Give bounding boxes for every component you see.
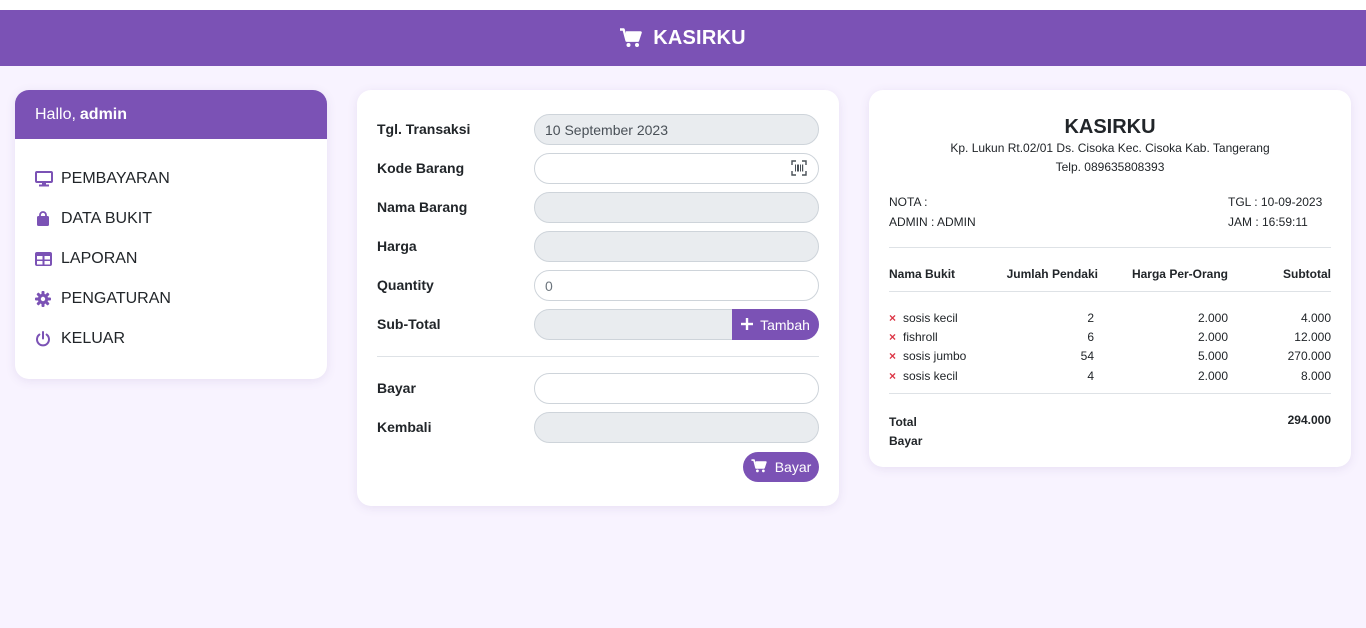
item-subtotal: 12.000 <box>1294 330 1331 344</box>
gear-icon <box>35 291 57 307</box>
quantity-input[interactable]: 0 <box>534 270 819 301</box>
table-row: × sosis kecil 4 2.000 8.000 <box>889 367 1331 386</box>
tambah-label: Tambah <box>760 316 810 333</box>
nama-label: Nama Barang <box>377 199 468 215</box>
remove-item-button[interactable]: × <box>889 330 896 344</box>
bayar-button-label: Bayar <box>774 459 812 475</box>
receipt-card: KASIRKU Kp. Lukun Rt.02/01 Ds. Cisoka Ke… <box>869 90 1351 467</box>
sidebar: Hallo, admin PEMBAYARAN DATA BUKIT LAPOR… <box>15 90 327 379</box>
row-nama: Nama Barang <box>377 192 819 223</box>
item-subtotal: 4.000 <box>1300 311 1331 325</box>
item-subtotal: 270.000 <box>1287 349 1331 363</box>
table-icon <box>35 252 57 266</box>
row-quantity: Quantity 0 <box>377 270 819 301</box>
item-price: 2.000 <box>1197 330 1228 344</box>
row-kembali: Kembali <box>377 412 819 443</box>
bayar-input[interactable] <box>534 373 819 404</box>
username: admin <box>79 105 128 123</box>
remove-item-button[interactable]: × <box>889 311 896 325</box>
sidebar-item-label: PENGATURAN <box>61 290 171 307</box>
nama-barang-field <box>534 192 819 223</box>
receipt-title: KASIRKU <box>1064 116 1156 138</box>
app-title[interactable]: KASIRKU <box>653 27 746 50</box>
form-divider <box>377 356 819 357</box>
sidebar-item-data-bukit[interactable]: DATA BUKIT <box>15 199 327 239</box>
item-price: 5.000 <box>1197 349 1228 363</box>
navbar: KASIRKU <box>0 10 1366 66</box>
row-kode: Kode Barang <box>377 153 819 184</box>
total-bayar-value: 294.000 <box>1287 413 1331 427</box>
bayar-button[interactable]: Bayar <box>743 452 819 482</box>
receipt-divider <box>889 393 1331 394</box>
tambah-button[interactable]: Tambah <box>732 309 819 340</box>
item-name: fishroll <box>903 330 938 344</box>
sidebar-item-laporan[interactable]: LAPORAN <box>15 239 327 279</box>
remove-item-button[interactable]: × <box>889 369 896 383</box>
receipt-divider <box>889 247 1331 248</box>
kode-label: Kode Barang <box>377 160 465 176</box>
row-bayar: Bayar <box>377 373 819 404</box>
sidebar-item-pengaturan[interactable]: PENGATURAN <box>15 279 327 319</box>
shopping-bag-icon <box>35 211 57 227</box>
harga-field <box>534 231 819 262</box>
sidebar-item-keluar[interactable]: KELUAR <box>15 319 327 359</box>
col-header-subtotal: Subtotal <box>1283 267 1331 281</box>
kembali-label: Kembali <box>377 419 432 435</box>
item-subtotal: 8.000 <box>1300 369 1331 383</box>
col-header-jumlah: Jumlah Pendaki <box>1006 267 1098 281</box>
cart-icon <box>751 458 768 476</box>
item-price: 2.000 <box>1197 369 1228 383</box>
receipt-divider <box>889 291 1331 292</box>
receipt-jam: JAM : 16:59:11 <box>1228 215 1308 229</box>
item-price: 2.000 <box>1197 311 1228 325</box>
barcode-scan-icon[interactable] <box>791 160 807 181</box>
row-harga: Harga <box>377 231 819 262</box>
subtotal-label: Sub-Total <box>377 316 441 332</box>
remove-item-button[interactable]: × <box>889 349 896 363</box>
table-row: × sosis kecil 2 2.000 4.000 <box>889 309 1331 328</box>
bayar-label: Bayar <box>377 380 416 396</box>
harga-label: Harga <box>377 238 417 254</box>
sidebar-item-pembayaran[interactable]: PEMBAYARAN <box>15 159 327 199</box>
receipt-address: Kp. Lukun Rt.02/01 Ds. Cisoka Kec. Cisok… <box>950 141 1270 155</box>
tgl-label: Tgl. Transaksi <box>377 121 471 137</box>
sidebar-item-label: LAPORAN <box>61 250 138 267</box>
power-icon <box>35 331 57 347</box>
receipt-nota: NOTA : <box>889 195 928 209</box>
top-strip <box>0 0 1366 10</box>
quantity-label: Quantity <box>377 277 434 293</box>
sidebar-item-label: PEMBAYARAN <box>61 170 170 187</box>
transaction-form: Tgl. Transaksi 10 September 2023 Kode Ba… <box>357 90 839 506</box>
tgl-field: 10 September 2023 <box>534 114 819 145</box>
sidebar-item-label: DATA BUKIT <box>61 210 152 227</box>
sidebar-header: Hallo, admin <box>15 90 327 139</box>
kode-barang-input[interactable] <box>534 153 819 184</box>
item-name: sosis jumbo <box>903 349 967 363</box>
kembali-field <box>534 412 819 443</box>
item-qty: 6 <box>1087 330 1094 344</box>
item-name: sosis kecil <box>903 311 958 325</box>
row-tgl: Tgl. Transaksi 10 September 2023 <box>377 114 819 145</box>
table-row: × fishroll 6 2.000 12.000 <box>889 328 1331 347</box>
total-bayar-label: Total Bayar <box>889 415 923 448</box>
col-header-nama: Nama Bukit <box>889 267 956 281</box>
item-qty: 4 <box>1087 369 1094 383</box>
sidebar-item-label: KELUAR <box>61 330 126 347</box>
receipt-tgl: TGL : 10-09-2023 <box>1228 195 1323 209</box>
col-header-harga: Harga Per-Orang <box>1131 267 1228 281</box>
item-name: sosis kecil <box>903 369 958 383</box>
cart-icon <box>620 28 643 48</box>
table-row: × sosis jumbo 54 5.000 270.000 <box>889 347 1331 366</box>
monitor-icon <box>35 171 57 187</box>
sidebar-menu: PEMBAYARAN DATA BUKIT LAPORAN PENGATURAN… <box>15 139 327 359</box>
receipt-phone: Telp. 089635808393 <box>1055 160 1165 174</box>
row-subtotal: Sub-Total Tambah <box>377 309 819 340</box>
greeting-text: Hallo, <box>35 105 76 123</box>
plus-icon <box>741 317 754 333</box>
receipt-admin: ADMIN : ADMIN <box>889 215 976 229</box>
item-qty: 54 <box>1080 349 1094 363</box>
item-qty: 2 <box>1087 311 1094 325</box>
